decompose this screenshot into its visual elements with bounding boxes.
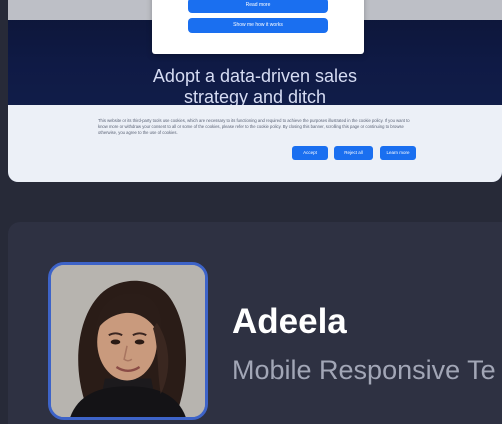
cookie-accept-button[interactable]: Accept <box>292 146 328 160</box>
avatar <box>48 262 208 420</box>
popup-secondary-button[interactable]: Show me how it works <box>188 18 328 33</box>
cookie-reject-button[interactable]: Reject all <box>334 146 373 160</box>
preview-headline-line-1: Adopt a data-driven sales <box>152 66 358 86</box>
portrait-photo-icon <box>51 265 205 417</box>
cookie-learn-more-button[interactable]: Learn more <box>380 146 416 160</box>
profile-role: Mobile Responsive Te <box>232 355 496 385</box>
page: Read more Show me how it works Adopt a d… <box>0 0 502 424</box>
popup-primary-button[interactable]: Read more <box>188 0 328 13</box>
cookie-banner-text: This website or its third-party tools us… <box>98 118 410 135</box>
website-preview[interactable]: Read more Show me how it works Adopt a d… <box>8 0 502 182</box>
preview-popup: Read more Show me how it works <box>152 0 364 54</box>
profile-name: Adeela <box>232 302 347 341</box>
profile-card: Adeela Mobile Responsive Te <box>8 222 502 424</box>
cookie-banner: This website or its third-party tools us… <box>8 105 502 182</box>
preview-headline: Adopt a data-driven sales strategy and d… <box>8 66 502 108</box>
